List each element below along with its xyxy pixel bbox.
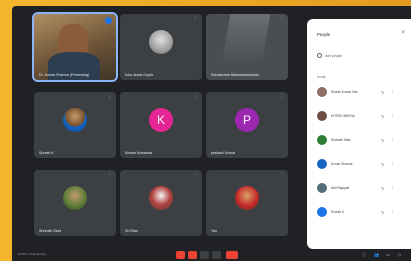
participant-name: HITESH MEENA	[331, 114, 355, 118]
tile-name: You	[211, 229, 218, 233]
avatar	[63, 186, 87, 210]
add-people-label: Add people	[325, 53, 343, 58]
participant-tile[interactable]: ⋮ Shrinath Saini	[34, 170, 116, 236]
more-options-icon[interactable]: ⋮	[193, 95, 198, 100]
participant-row[interactable]: HITESH MEENA ✎ ⋮	[317, 109, 407, 123]
tile-name: Sri Ram	[125, 229, 138, 233]
avatar	[317, 159, 327, 169]
avatar	[317, 207, 327, 217]
tile-name: Dr. Kumar Sharma (Presenting)	[39, 73, 90, 77]
participant-name: Adi Prajapati	[331, 186, 350, 190]
participant-row[interactable]: Suresh K ✎ ⋮	[317, 205, 407, 219]
avatar	[149, 30, 173, 54]
more-options-icon[interactable]: ⋮	[107, 173, 112, 178]
meet-window: Dr. Kumar Sharma (Presenting) ⋮ Isha Jin…	[12, 6, 411, 261]
avatar: K	[149, 108, 173, 132]
more-options-icon[interactable]: ⋮	[193, 173, 198, 178]
more-options-icon[interactable]: ⋮	[279, 95, 284, 100]
avatar	[317, 183, 327, 193]
activities-icon[interactable]: ◇	[398, 252, 401, 257]
more-options-icon[interactable]: ⋮	[279, 173, 284, 178]
avatar	[317, 135, 327, 145]
tile-name: Isha Jindal Gupta	[125, 73, 153, 77]
tile-name: Shrinath Saini	[39, 229, 62, 233]
participant-name: Dinesh Kumar Das	[331, 90, 358, 94]
more-options-icon[interactable]: ⋮	[107, 95, 112, 100]
avatar-letter: P	[242, 113, 251, 127]
tile-name: prakash Kumar	[211, 151, 236, 155]
add-person-icon	[317, 53, 322, 58]
more-options-icon[interactable]: ⋮	[279, 17, 284, 22]
more-options-icon[interactable]: ⋮	[390, 137, 395, 143]
participant-name: Suresh K	[331, 210, 345, 214]
mic-toggle-button[interactable]	[176, 251, 185, 259]
participant-tile[interactable]: ⋮ Suresh K	[34, 92, 116, 158]
hand-shadow	[221, 14, 271, 64]
participant-tile[interactable]: K ⋮ Kishan Kumawat	[120, 92, 202, 158]
participant-tile[interactable]: ⋮ You	[206, 170, 288, 236]
present-button[interactable]	[200, 251, 209, 259]
more-options-icon[interactable]: ⋮	[390, 113, 395, 119]
participant-tile[interactable]: ⋮ Isha Jindal Gupta	[120, 14, 202, 80]
people-panel: People × Add people In call Dinesh Kumar…	[307, 19, 411, 249]
control-bar: 10:03 | xsl-ahnd-msy ⓘ 👥 ▭ ◇	[12, 249, 411, 261]
avatar	[63, 108, 87, 132]
panel-title: People	[317, 32, 331, 37]
participant-name: Kumar Sharma	[331, 162, 353, 166]
avatar	[235, 186, 259, 210]
participant-row[interactable]: Kumar Sharma ✎ ⋮	[317, 157, 407, 171]
mic-off-icon: ✎	[381, 209, 385, 215]
close-icon[interactable]: ×	[401, 30, 405, 36]
more-options-icon[interactable]: ⋮	[193, 17, 198, 22]
tile-name: Kishan Kumawat	[125, 151, 152, 155]
participant-tile[interactable]: Dr. Kumar Sharma (Presenting)	[32, 12, 118, 82]
avatar	[149, 186, 173, 210]
add-people-button[interactable]: Add people	[317, 53, 342, 58]
more-options-icon[interactable]: ⋮	[390, 209, 395, 215]
camera-toggle-button[interactable]	[188, 251, 197, 259]
avatar: P	[235, 108, 259, 132]
avatar-letter: K	[156, 113, 165, 127]
participant-tile[interactable]: ⋮ Shivakumar Balasubramanian	[206, 14, 288, 80]
info-icon[interactable]: ⓘ	[362, 252, 366, 258]
participant-tile[interactable]: P ⋮ prakash Kumar	[206, 92, 288, 158]
mic-off-icon: ✎	[381, 89, 385, 95]
mic-off-icon: ✎	[381, 113, 385, 119]
participant-row[interactable]: Shrinath Saini ✎ ⋮	[317, 133, 407, 147]
tile-name: Shivakumar Balasubramanian	[211, 73, 259, 77]
people-icon[interactable]: 👥	[374, 252, 379, 257]
chat-icon[interactable]: ▭	[386, 252, 390, 257]
participant-name: Shrinath Saini	[331, 138, 351, 142]
participant-row[interactable]: Adi Prajapati ✎ ⋮	[317, 181, 407, 195]
tile-name: Suresh K	[39, 151, 54, 155]
section-label: In call	[317, 75, 326, 79]
participant-row[interactable]: Dinesh Kumar Das ✎ ⋮	[317, 85, 407, 99]
end-call-button[interactable]	[226, 251, 238, 259]
more-options-icon[interactable]: ⋮	[390, 89, 395, 95]
mic-off-icon: ✎	[381, 137, 385, 143]
more-options-icon[interactable]: ⋮	[390, 161, 395, 167]
more-options-icon[interactable]: ⋮	[390, 185, 395, 191]
mic-off-icon: ✎	[381, 161, 385, 167]
avatar	[317, 87, 327, 97]
participant-tile[interactable]: ⋮ Sri Ram	[120, 170, 202, 236]
speaking-indicator-icon	[105, 17, 112, 24]
more-options-button[interactable]	[212, 251, 221, 259]
meeting-info: 10:03 | xsl-ahnd-msy	[18, 252, 46, 256]
avatar	[317, 111, 327, 121]
mic-off-icon: ✎	[381, 185, 385, 191]
